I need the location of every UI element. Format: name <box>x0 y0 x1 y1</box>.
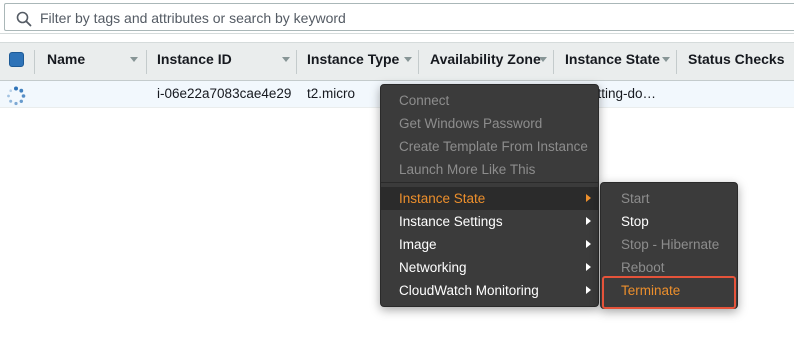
column-divider[interactable] <box>418 50 419 74</box>
menu-item-cloudwatch-monitoring[interactable]: CloudWatch Monitoring <box>381 279 598 302</box>
table-header: Name Instance ID Instance Type Availabil… <box>0 42 794 81</box>
menu-item-label: Instance State <box>399 191 486 206</box>
sort-caret-icon[interactable] <box>282 57 290 62</box>
sort-caret-icon[interactable] <box>404 57 412 62</box>
submenu-item-stop-hibernate: Stop - Hibernate <box>621 237 720 252</box>
column-divider[interactable] <box>553 50 554 74</box>
filter-bar <box>0 0 794 34</box>
search-icon <box>16 11 32 27</box>
column-header-instance-state[interactable]: Instance State <box>565 43 660 80</box>
menu-item-connect: Connect <box>399 93 450 108</box>
cell-instance-type: t2.micro <box>307 86 356 101</box>
cell-instance-id[interactable]: i-06e22a7083cae4e29 <box>157 81 291 107</box>
submenu-arrow-icon <box>586 286 591 294</box>
menu-item-label: Image <box>399 237 437 252</box>
menu-divider <box>381 182 598 183</box>
submenu-arrow-icon <box>586 217 591 225</box>
sort-caret-icon[interactable] <box>662 57 670 62</box>
column-divider[interactable] <box>146 50 147 74</box>
column-divider[interactable] <box>676 50 677 74</box>
submenu-arrow-icon <box>586 194 591 202</box>
column-header-instance-id[interactable]: Instance ID <box>157 43 232 80</box>
menu-item-label: Networking <box>399 260 467 275</box>
context-menu: Connect Get Windows Password Create Temp… <box>380 84 599 307</box>
search-input[interactable] <box>40 8 780 27</box>
column-divider <box>34 50 35 74</box>
menu-item-instance-state[interactable]: Instance State <box>381 187 598 210</box>
menu-item-label: Instance Settings <box>399 214 503 229</box>
submenu-item-stop[interactable]: Stop <box>601 210 737 233</box>
submenu-item-start: Start <box>621 191 650 206</box>
terminate-highlight-box <box>602 276 736 309</box>
column-header-availability-zone[interactable]: Availability Zone <box>430 43 541 80</box>
search-box[interactable] <box>4 3 794 31</box>
menu-item-networking[interactable]: Networking <box>381 256 598 279</box>
submenu-arrow-icon <box>586 240 591 248</box>
column-divider[interactable] <box>296 50 297 74</box>
column-header-status-checks[interactable]: Status Checks <box>688 43 784 80</box>
cell-instance-state: utting-do… <box>590 86 657 101</box>
menu-item-launch-more: Launch More Like This <box>399 162 536 177</box>
menu-item-create-template: Create Template From Instance <box>399 139 588 154</box>
menu-item-get-windows-password: Get Windows Password <box>399 116 543 131</box>
sort-caret-icon[interactable] <box>130 57 138 62</box>
column-header-name[interactable]: Name <box>47 43 85 80</box>
menu-item-image[interactable]: Image <box>381 233 598 256</box>
loading-spinner-icon <box>7 86 26 106</box>
menu-item-label: CloudWatch Monitoring <box>399 283 539 298</box>
submenu-arrow-icon <box>586 263 591 271</box>
select-all-checkbox[interactable] <box>9 52 24 67</box>
column-header-instance-type[interactable]: Instance Type <box>307 43 399 80</box>
sort-caret-icon[interactable] <box>539 57 547 62</box>
menu-item-instance-settings[interactable]: Instance Settings <box>381 210 598 233</box>
